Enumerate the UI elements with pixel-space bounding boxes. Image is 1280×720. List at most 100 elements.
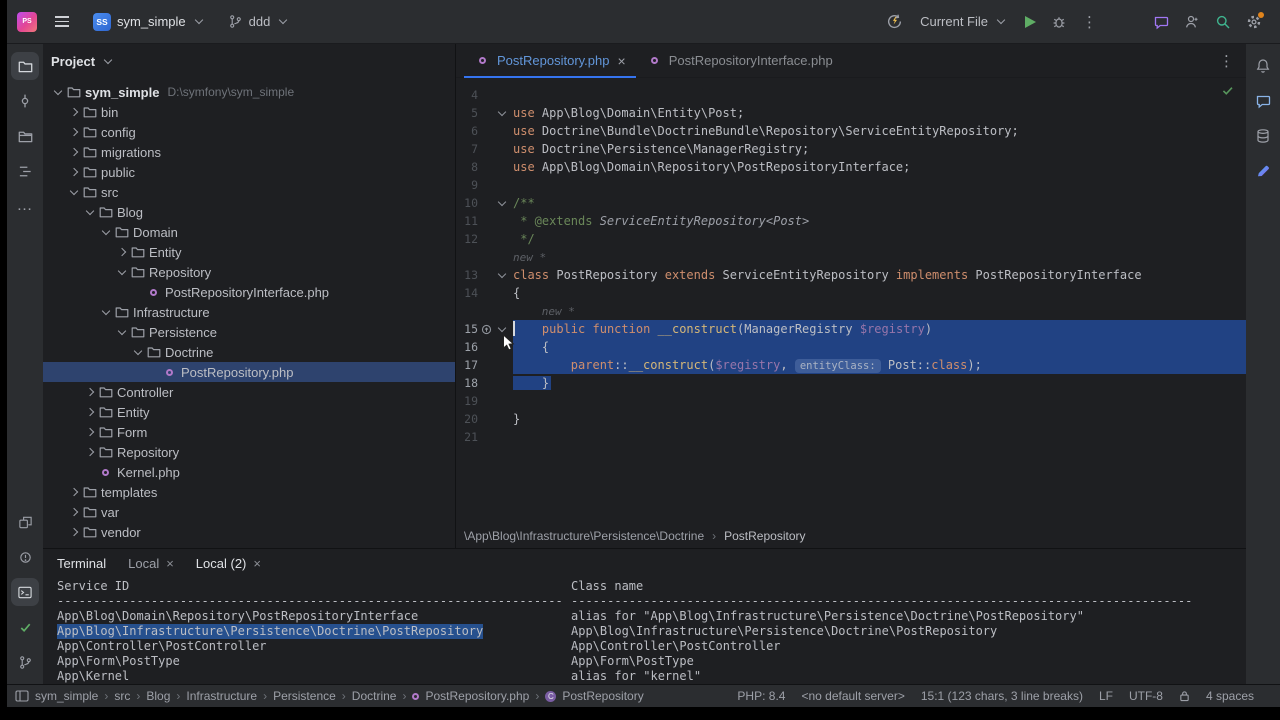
editor-tab[interactable]: PostRepository.php ×: [464, 44, 636, 78]
chevron-down-icon[interactable]: [115, 266, 129, 275]
tree-item-src[interactable]: src: [43, 182, 455, 202]
tree-item-migrations[interactable]: migrations: [43, 142, 455, 162]
more-tools-icon[interactable]: …: [11, 192, 39, 220]
tab-close-icon[interactable]: ×: [166, 556, 174, 571]
chevron-right-icon[interactable]: [83, 427, 97, 437]
terminal-tab[interactable]: Local (2) ×: [196, 556, 261, 571]
chevron-right-icon[interactable]: [83, 407, 97, 417]
chevron-right-icon[interactable]: [67, 527, 81, 537]
tree-item-repository[interactable]: Repository: [43, 442, 455, 462]
chevron-right-icon[interactable]: [67, 147, 81, 157]
status-crumb[interactable]: Doctrine: [352, 689, 397, 703]
structure-tool-icon[interactable]: [11, 157, 39, 185]
tab-close-icon[interactable]: ×: [253, 556, 261, 571]
chevron-right-icon[interactable]: [83, 387, 97, 397]
tree-item-public[interactable]: public: [43, 162, 455, 182]
problems-tool-icon[interactable]: [11, 543, 39, 571]
tab-options-icon[interactable]: ⋮: [1207, 44, 1246, 77]
fold-chevron-icon[interactable]: [497, 107, 507, 116]
tree-item-vendor[interactable]: vendor: [43, 522, 455, 542]
status-item[interactable]: PHP: 8.4: [737, 689, 785, 703]
chevron-down-icon[interactable]: [99, 306, 113, 315]
status-item[interactable]: LF: [1099, 689, 1113, 703]
notifications-bell-icon[interactable]: [1249, 52, 1277, 80]
breadcrumb-class[interactable]: PostRepository: [724, 529, 805, 543]
status-crumb[interactable]: sym_simple: [35, 689, 98, 703]
status-item[interactable]: <no default server>: [801, 689, 904, 703]
status-item[interactable]: 15:1 (123 chars, 3 line breaks): [921, 689, 1083, 703]
fold-chevron-icon[interactable]: [497, 269, 507, 278]
chevron-right-icon[interactable]: [115, 247, 129, 257]
tree-item-var[interactable]: var: [43, 502, 455, 522]
tree-item-bin[interactable]: bin: [43, 102, 455, 122]
implements-gutter-icon[interactable]: [478, 324, 494, 335]
vcs-tool-icon[interactable]: [11, 648, 39, 676]
window-layout-icon[interactable]: [15, 690, 29, 702]
tree-item-infrastructure[interactable]: Infrastructure: [43, 302, 455, 322]
run-button[interactable]: [1025, 15, 1036, 28]
chevron-right-icon[interactable]: [67, 107, 81, 117]
tree-item-form[interactable]: Form: [43, 422, 455, 442]
tree-item-blog[interactable]: Blog: [43, 202, 455, 222]
packages-tool-icon[interactable]: [11, 122, 39, 150]
code-editor[interactable]: 4 5 use App\Blog\Domain\Entity\Post; 6 use D…: [456, 78, 1246, 524]
terminal-output[interactable]: Service ID Class name --------------------…: [43, 577, 1246, 684]
tree-item-postrepository-php[interactable]: PostRepository.php: [43, 362, 455, 382]
status-item[interactable]: UTF-8: [1129, 689, 1163, 703]
chevron-down-icon[interactable]: [115, 326, 129, 335]
tree-item-config[interactable]: config: [43, 122, 455, 142]
chevron-right-icon[interactable]: [67, 167, 81, 177]
tab-close-icon[interactable]: ×: [618, 53, 626, 69]
code-with-me-icon[interactable]: [1184, 14, 1200, 30]
chevron-right-icon[interactable]: [83, 447, 97, 457]
tree-item-postrepositoryinterface-php[interactable]: PostRepositoryInterface.php: [43, 282, 455, 302]
chevron-down-icon[interactable]: [99, 226, 113, 235]
tree-item-templates[interactable]: templates: [43, 482, 455, 502]
tree-item-doctrine[interactable]: Doctrine: [43, 342, 455, 362]
editor-tab[interactable]: PostRepositoryInterface.php: [636, 44, 843, 77]
tree-item-repository[interactable]: Repository: [43, 262, 455, 282]
status-crumb[interactable]: PostRepository: [562, 689, 643, 703]
ai-assistant-icon[interactable]: [1153, 14, 1169, 30]
chevron-down-icon[interactable]: [131, 346, 145, 355]
project-tool-icon[interactable]: [11, 52, 39, 80]
readonly-lock-icon[interactable]: [1179, 690, 1190, 702]
database-icon[interactable]: [1249, 122, 1277, 150]
more-actions-icon[interactable]: ⋮: [1082, 13, 1097, 31]
status-crumb[interactable]: PostRepository.php: [425, 689, 529, 703]
chevron-right-icon[interactable]: [67, 507, 81, 517]
code-vision-hint[interactable]: new *: [513, 251, 546, 264]
ai-edit-pencil-icon[interactable]: [1249, 157, 1277, 185]
tree-item-entity[interactable]: Entity: [43, 242, 455, 262]
vcs-widget[interactable]: ddd: [222, 10, 297, 33]
status-crumb[interactable]: Infrastructure: [186, 689, 257, 703]
terminal-title[interactable]: Terminal: [57, 556, 106, 571]
tree-item-entity[interactable]: Entity: [43, 402, 455, 422]
chevron-down-icon[interactable]: [83, 206, 97, 215]
services-tool-icon[interactable]: [11, 508, 39, 536]
fold-chevron-icon[interactable]: [497, 323, 507, 332]
code-vision-hint[interactable]: new *: [542, 305, 575, 318]
checks-tool-icon[interactable]: [11, 613, 39, 641]
status-crumb[interactable]: Persistence: [273, 689, 336, 703]
commit-tool-icon[interactable]: [11, 87, 39, 115]
hot-reload-icon[interactable]: [886, 13, 903, 30]
chevron-right-icon[interactable]: [67, 127, 81, 137]
tree-item-kernel-php[interactable]: Kernel.php: [43, 462, 455, 482]
ai-chat-icon[interactable]: [1249, 87, 1277, 115]
status-crumb[interactable]: src: [114, 689, 130, 703]
terminal-tool-icon[interactable]: [11, 578, 39, 606]
tree-item-sym-simple[interactable]: sym_simple D:\symfony\sym_simple: [43, 82, 455, 102]
main-menu-icon[interactable]: [47, 16, 77, 27]
tree-item-domain[interactable]: Domain: [43, 222, 455, 242]
chevron-down-icon[interactable]: [67, 186, 81, 195]
project-panel-header[interactable]: Project: [43, 44, 455, 78]
app-icon[interactable]: PS: [17, 11, 37, 32]
chevron-down-icon[interactable]: [51, 86, 65, 95]
search-everywhere-icon[interactable]: [1215, 14, 1231, 30]
status-crumb[interactable]: Blog: [146, 689, 170, 703]
inspections-ok-icon[interactable]: [1221, 84, 1234, 100]
status-item[interactable]: 4 spaces: [1206, 689, 1254, 703]
tree-item-controller[interactable]: Controller: [43, 382, 455, 402]
run-configuration-selector[interactable]: Current File: [918, 10, 1010, 33]
